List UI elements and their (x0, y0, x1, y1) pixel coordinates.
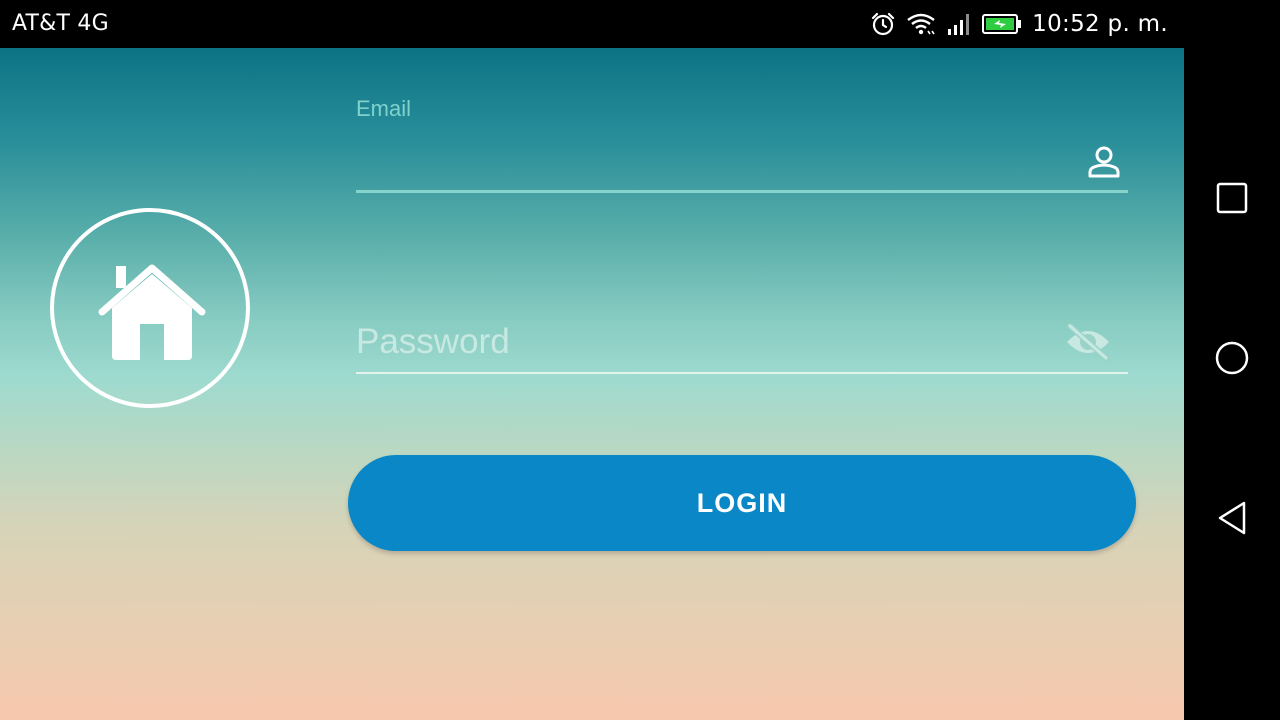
login-button-label: LOGIN (696, 487, 788, 518)
login-screen: Email Password LOGIN (0, 48, 1184, 720)
email-label: Email (356, 96, 412, 121)
home-logo (50, 208, 250, 408)
person-icon (1086, 144, 1122, 184)
email-field[interactable] (356, 138, 1128, 188)
navigation-bar (1184, 0, 1280, 720)
clock: 10:52 p. m. (1032, 11, 1168, 37)
alarm-icon (870, 11, 896, 37)
status-bar: AT&T 4G 10:52 p. m. (0, 0, 1184, 48)
recents-button[interactable] (1214, 182, 1250, 218)
password-field[interactable]: Password (356, 316, 1056, 368)
back-button[interactable] (1214, 500, 1250, 540)
login-button[interactable]: LOGIN (348, 455, 1136, 551)
password-underline (356, 372, 1128, 374)
home-circle-icon (1214, 340, 1250, 380)
signal-icon (946, 11, 972, 37)
email-underline (356, 190, 1128, 193)
home-button[interactable] (1214, 340, 1250, 380)
carrier-label: AT&T 4G (12, 11, 109, 36)
eye-off-icon[interactable] (1064, 322, 1112, 366)
battery-charging-icon (982, 13, 1022, 35)
status-icons: 10:52 p. m. (870, 8, 1168, 40)
wifi-icon (906, 11, 936, 37)
back-triangle-icon (1216, 500, 1248, 540)
recents-square-icon (1216, 182, 1248, 218)
